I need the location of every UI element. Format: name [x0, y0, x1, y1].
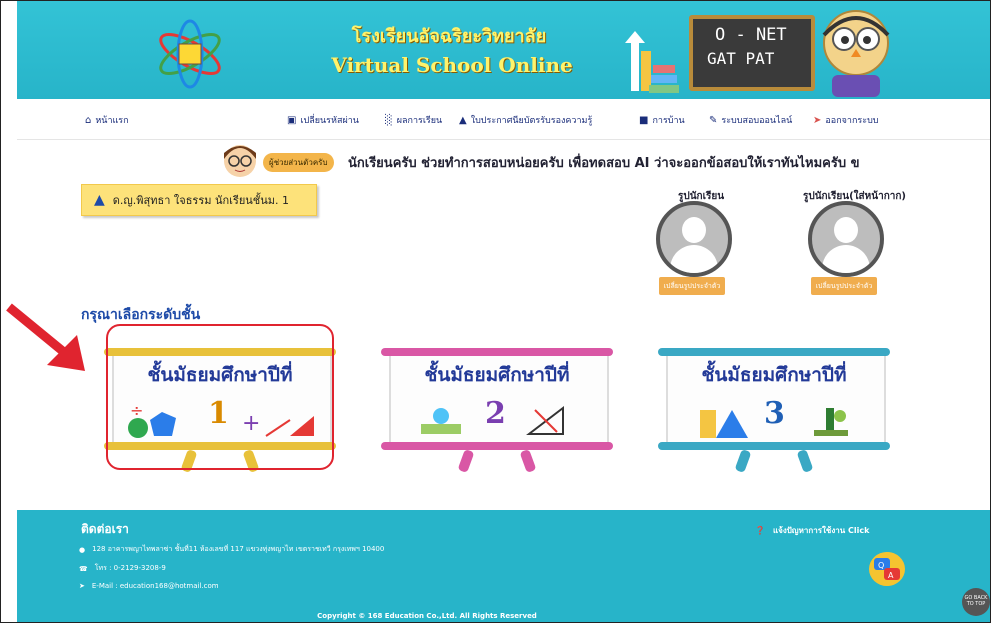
go-top-button[interactable]: GO BACK TO TOP — [962, 588, 990, 616]
contact-title: ติดต่อเรา — [81, 522, 129, 536]
exam-chalkboard: O - NET GAT PAT — [689, 15, 815, 91]
address-line: ● 128 อาคารพญาไทพลาซ่า ชั้นที่11 ห้องเลข… — [79, 544, 384, 555]
grade-3-card[interactable]: ชั้นมัธยมศึกษาปีที่ 3 — [658, 346, 890, 474]
nav-grades-result-label: ผลการเรียน — [396, 116, 443, 126]
question-circle-icon: ❓ — [755, 526, 765, 535]
atom-logo-icon — [159, 19, 221, 89]
footer: ติดต่อเรา ● 128 อาคารพญาไทพลาซ่า ชั้นที่… — [17, 510, 990, 622]
microscope-icon — [814, 408, 848, 436]
grade-3-label: ชั้นมัธยมศึกษาปีที่ — [701, 364, 847, 386]
change-photo-button[interactable]: เปลี่ยนรูปประจำตัว — [659, 277, 725, 295]
help-link[interactable]: ❓ แจ้งปัญหาการใช้งาน Click — [755, 524, 869, 537]
books-decoration — [625, 31, 679, 93]
grade-select-title: กรุณาเลือกระดับชั้น — [81, 307, 201, 323]
phone-icon: ☎ — [79, 564, 88, 573]
sign-out-icon: ➤ — [813, 114, 822, 126]
grade-3-number: 3 — [764, 396, 785, 431]
nav-logout[interactable]: ➤ ออกจากระบบ — [813, 113, 879, 127]
school-name-th: โรงเรียนอัจฉริยะวิทยาลัย — [351, 26, 547, 47]
copyright: Copyright © 168 Education Co.,Ltd. All R… — [317, 612, 537, 620]
grade-2-number: 2 — [485, 396, 506, 431]
send-icon: ➤ — [79, 582, 85, 590]
grade-1-highlight — [106, 324, 334, 470]
help-text: แจ้งปัญหาการใช้งาน Click — [772, 526, 870, 535]
blocks-icon — [700, 410, 748, 438]
address-text: 128 อาคารพญาไทพลาซ่า ชั้นที่11 ห้องเลขที… — [92, 545, 385, 553]
map-marker-icon: ● — [79, 545, 86, 554]
nav-change-password[interactable]: ▣ เปลี่ยนรหัสผ่าน — [287, 113, 359, 127]
grade-2-label: ชั้นมัธยมศึกษาปีที่ — [424, 364, 570, 386]
owl-mascot-icon — [822, 10, 890, 97]
book-globe-icon — [421, 408, 461, 434]
email-text: E-Mail : education168@hotmail.com — [91, 582, 219, 590]
lock-icon: ▣ — [287, 114, 297, 126]
grade-2-card[interactable]: ชั้นมัธยมศึกษาปีที่ 2 — [381, 346, 613, 474]
announcement-text: นักเรียนครับ ช่วยทำการสอบหน่อยครับ เพื่อ… — [348, 156, 860, 171]
teacher-avatar-icon — [224, 145, 256, 177]
qa-chat-icon[interactable]: Q A — [869, 552, 905, 586]
nav-certificates-label: ใบประกาศนียบัตรรับรองความรู้ — [470, 116, 593, 126]
graduation-cap-icon: ▲ — [459, 114, 467, 126]
phone-text: โทร : 0-2129-3208-9 — [94, 564, 166, 572]
red-arrow-icon — [6, 303, 85, 371]
board-line-1: O - NET — [715, 25, 787, 45]
edit-icon: ✎ — [709, 114, 718, 126]
nav-grades-result[interactable]: ░ ผลการเรียน — [385, 113, 442, 127]
student-name-tag: ▲ ด.ญ.พิสุทธา ใจธรรม นักเรียนชั้นม. 1 — [81, 184, 317, 216]
graduation-cap-icon: ▲ — [94, 192, 105, 208]
bar-chart-icon: ░ — [385, 114, 393, 126]
header-banner: โรงเรียนอัจฉริยะวิทยาลัย Virtual School … — [17, 1, 990, 99]
change-mask-photo-button[interactable]: เปลี่ยนรูปประจำตัว — [811, 277, 877, 295]
svg-text:A: A — [888, 571, 894, 580]
nav-logout-label: ออกจากระบบ — [825, 116, 879, 126]
book-icon: ■ — [639, 114, 649, 126]
phone-line: ☎ โทร : 0-2129-3208-9 — [79, 563, 166, 574]
student-name: ด.ญ.พิสุทธา ใจธรรม นักเรียนชั้นม. 1 — [112, 194, 290, 207]
nav-online-exam[interactable]: ✎ ระบบสอบออนไลน์ — [709, 113, 792, 127]
board-line-2: GAT PAT — [707, 49, 775, 68]
main-nav: ⌂ หน้าแรก ▣ เปลี่ยนรหัสผ่าน ░ ผลการเรียน… — [17, 99, 990, 140]
nav-home-label: หน้าแรก — [95, 116, 129, 126]
speaker-label: ผู้ช่วยส่วนตัวครับ — [263, 153, 334, 172]
student-mask-photo — [808, 201, 884, 277]
nav-home[interactable]: ⌂ หน้าแรก — [85, 113, 129, 127]
nav-homework-label: การบ้าน — [652, 116, 685, 126]
announcement-marquee: ผู้ช่วยส่วนตัวครับ นักเรียนครับ ช่วยทำกา… — [221, 143, 990, 179]
page: โรงเรียนอัจฉริยะวิทยาลัย Virtual School … — [0, 0, 991, 623]
nav-certificates[interactable]: ▲ ใบประกาศนียบัตรรับรองความรู้ — [459, 113, 592, 127]
svg-text:Q: Q — [878, 561, 884, 570]
student-photo — [656, 201, 732, 277]
nav-change-password-label: เปลี่ยนรหัสผ่าน — [300, 116, 359, 126]
nav-online-exam-label: ระบบสอบออนไลน์ — [721, 116, 793, 126]
geometry-tools-icon — [526, 405, 564, 435]
home-icon: ⌂ — [85, 114, 92, 126]
school-name-en: Virtual School Online — [331, 53, 573, 77]
email-line: ➤ E-Mail : education168@hotmail.com — [79, 582, 219, 590]
nav-homework[interactable]: ■ การบ้าน — [639, 113, 685, 127]
